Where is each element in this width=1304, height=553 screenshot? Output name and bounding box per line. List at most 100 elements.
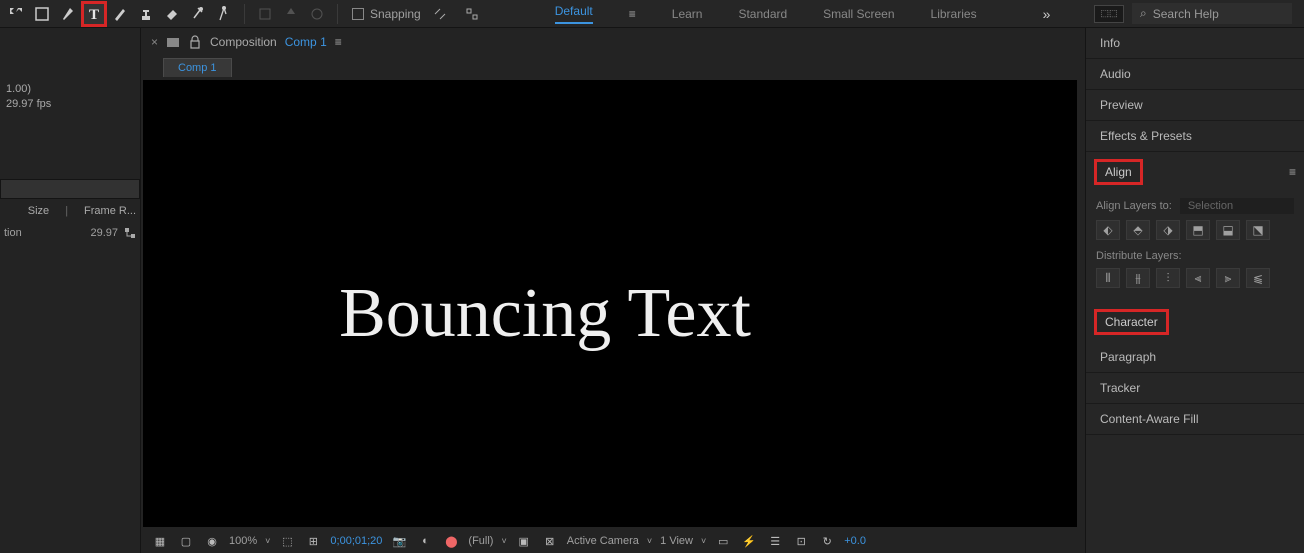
snapping-label: Snapping xyxy=(370,7,421,21)
workspace-standard[interactable]: Standard xyxy=(738,7,787,21)
align-vcenter-icon[interactable]: ⬓ xyxy=(1216,220,1240,240)
composition-label: Composition xyxy=(210,35,277,49)
lock-icon[interactable] xyxy=(188,35,202,49)
distribute-top-icon[interactable]: ⫴ xyxy=(1096,268,1120,288)
roi-icon[interactable]: ⬚ xyxy=(278,533,296,549)
align-top-icon[interactable]: ⬒ xyxy=(1186,220,1210,240)
res-dropdown-icon[interactable]: ˅ xyxy=(501,536,506,546)
workspace-default[interactable]: Default xyxy=(555,4,593,24)
align-right-icon[interactable]: ⬗ xyxy=(1156,220,1180,240)
search-help-field[interactable]: ⌕ Search Help xyxy=(1132,3,1292,24)
item-type: tion xyxy=(4,227,22,239)
cam-dropdown-icon[interactable]: ˅ xyxy=(647,536,652,546)
reset-exposure-icon[interactable]: ↻ xyxy=(818,533,836,549)
search-placeholder: Search Help xyxy=(1153,7,1219,21)
align-to-dropdown[interactable]: Selection xyxy=(1180,198,1294,214)
timeline-icon[interactable]: ☰ xyxy=(766,533,784,549)
active-camera[interactable]: Active Camera xyxy=(567,535,639,547)
character-title: Character xyxy=(1094,309,1169,335)
distribute-label: Distribute Layers: xyxy=(1096,250,1294,262)
workspace-learn[interactable]: Learn xyxy=(672,7,703,21)
show-snapshot-icon[interactable]: ◐ xyxy=(416,533,434,549)
viewer-footer: ▦ ▢ ◉ 100% ˅ ⬚ ⊞ 0;00;01;20 📷 ◐ ⬤ (Full)… xyxy=(141,529,1085,553)
viewport-text: Bouncing Text xyxy=(339,274,751,354)
workspace-libraries[interactable]: Libraries xyxy=(931,7,977,21)
align-layers-to-label: Align Layers to: xyxy=(1096,200,1172,212)
align-menu-icon[interactable]: ≡ xyxy=(1289,165,1296,179)
col-size[interactable]: Size xyxy=(28,205,49,217)
snapping-checkbox[interactable] xyxy=(352,8,364,20)
item-fps: 29.97 xyxy=(90,227,118,239)
pixel-aspect-icon[interactable]: ▭ xyxy=(714,533,732,549)
project-item-row[interactable]: tion 29.97 xyxy=(0,223,140,243)
workspace-menu-icon[interactable]: ≡ xyxy=(629,7,636,21)
composition-viewport[interactable]: Bouncing Text xyxy=(143,80,1077,527)
pen-tool[interactable] xyxy=(55,1,81,27)
shape-tool[interactable] xyxy=(29,1,55,27)
eraser-tool[interactable] xyxy=(159,1,185,27)
color-channels-icon[interactable]: ⬤ xyxy=(442,533,460,549)
workspace-overflow-icon[interactable]: » xyxy=(1043,6,1051,22)
comp-flowchart-icon[interactable]: ⊡ xyxy=(792,533,810,549)
panel-align-header[interactable]: Align ≡ xyxy=(1086,152,1304,192)
flowchart-icon xyxy=(124,227,136,239)
type-tool[interactable]: T xyxy=(81,1,107,27)
fast-previews-icon[interactable]: ⚡ xyxy=(740,533,758,549)
panel-tracker[interactable]: Tracker xyxy=(1086,373,1304,404)
distribute-bottom-icon[interactable]: ⫶ xyxy=(1156,268,1180,288)
puppet-pin-tool[interactable] xyxy=(211,1,237,27)
comp-panel-menu-icon[interactable]: ≡ xyxy=(335,35,342,49)
view-count[interactable]: 1 View xyxy=(660,535,693,547)
zoom-value[interactable]: 100% xyxy=(229,535,257,547)
region-icon[interactable]: ▣ xyxy=(515,533,533,549)
toggle-transparency-icon[interactable]: ▢ xyxy=(177,533,195,549)
local-axis-mode[interactable] xyxy=(252,1,278,27)
sync-settings-icon[interactable]: ⬚⬚ xyxy=(1094,5,1124,23)
align-left-icon[interactable]: ⬖ xyxy=(1096,220,1120,240)
hand-tool[interactable] xyxy=(3,1,29,27)
snapshot-icon[interactable]: 📷 xyxy=(390,533,408,549)
align-title: Align xyxy=(1094,159,1143,185)
zoom-dropdown-icon[interactable]: ˅ xyxy=(265,536,270,546)
panel-audio[interactable]: Audio xyxy=(1086,59,1304,90)
3d-view-icon[interactable]: ⊠ xyxy=(541,533,559,549)
current-time[interactable]: 0;00;01;20 xyxy=(330,535,382,547)
alpha-icon[interactable]: ▦ xyxy=(151,533,169,549)
distribute-right-icon[interactable]: ⫹ xyxy=(1246,268,1270,288)
brush-tool[interactable] xyxy=(107,1,133,27)
panel-preview[interactable]: Preview xyxy=(1086,90,1304,121)
close-tab-icon[interactable]: × xyxy=(151,35,158,49)
distribute-vcenter-icon[interactable]: ⫵ xyxy=(1126,268,1150,288)
snap-grid-icon[interactable] xyxy=(459,1,485,27)
grid-icon[interactable]: ⊞ xyxy=(304,533,322,549)
project-search-row[interactable] xyxy=(0,179,140,199)
search-icon: ⌕ xyxy=(1140,6,1147,21)
world-axis-mode[interactable] xyxy=(278,1,304,27)
comp-ratio: 1.00) xyxy=(6,82,134,97)
distribute-hcenter-icon[interactable]: ⫸ xyxy=(1216,268,1240,288)
clone-stamp-tool[interactable] xyxy=(133,1,159,27)
panel-character-header[interactable]: Character xyxy=(1086,302,1304,342)
resolution-value[interactable]: (Full) xyxy=(468,535,493,547)
view-axis-mode[interactable] xyxy=(304,1,330,27)
composition-name[interactable]: Comp 1 xyxy=(285,35,327,49)
panel-paragraph[interactable]: Paragraph xyxy=(1086,342,1304,373)
align-hcenter-icon[interactable]: ⬘ xyxy=(1126,220,1150,240)
distribute-left-icon[interactable]: ⫷ xyxy=(1186,268,1210,288)
col-frame-rate[interactable]: Frame R... xyxy=(84,205,136,217)
exposure-value[interactable]: +0.0 xyxy=(844,535,866,547)
panel-effects-presets[interactable]: Effects & Presets xyxy=(1086,121,1304,152)
comp-fps: 29.97 fps xyxy=(6,97,134,112)
snap-to-icon[interactable] xyxy=(427,1,453,27)
svg-text:T: T xyxy=(89,7,99,22)
panel-info[interactable]: Info xyxy=(1086,28,1304,59)
workspace-small-screen[interactable]: Small Screen xyxy=(823,7,894,21)
mask-icon[interactable]: ◉ xyxy=(203,533,221,549)
project-panel: 1.00) 29.97 fps Size | Frame R... tion 2… xyxy=(0,28,140,553)
comp-subtab[interactable]: Comp 1 xyxy=(163,58,232,77)
panel-content-aware-fill[interactable]: Content-Aware Fill xyxy=(1086,404,1304,435)
folder-icon xyxy=(166,35,180,49)
view-dropdown-icon[interactable]: ˅ xyxy=(701,536,706,546)
align-bottom-icon[interactable]: ⬔ xyxy=(1246,220,1270,240)
roto-brush-tool[interactable] xyxy=(185,1,211,27)
